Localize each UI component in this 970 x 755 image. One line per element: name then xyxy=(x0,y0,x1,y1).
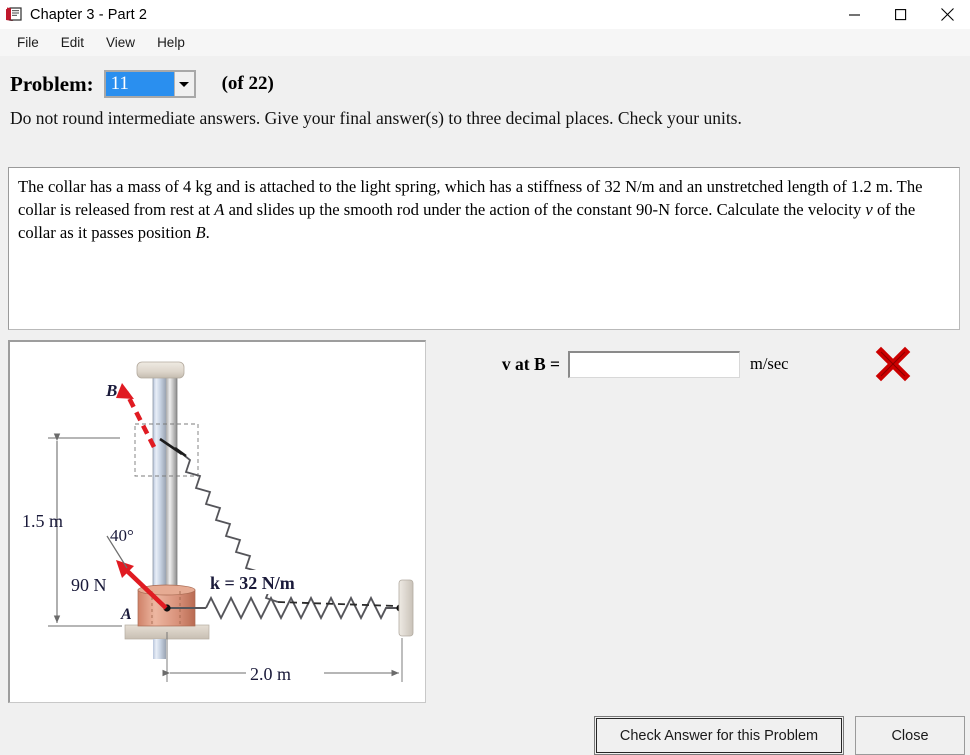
window-controls xyxy=(832,0,970,29)
menu-item-file[interactable]: File xyxy=(6,31,50,54)
spring-horizontal xyxy=(167,595,402,621)
minimize-button[interactable] xyxy=(832,0,878,29)
close-button[interactable] xyxy=(924,0,970,29)
problem-label: Problem: xyxy=(10,71,94,96)
maximize-button[interactable] xyxy=(878,0,924,29)
figure-label-force: 90 N xyxy=(71,575,107,595)
chevron-down-icon[interactable] xyxy=(173,72,194,96)
menu-bar: File Edit View Help xyxy=(0,29,970,57)
window-title: Chapter 3 - Part 2 xyxy=(30,6,148,23)
figure-label-b: B xyxy=(105,381,117,400)
problem-count-label: (of 22) xyxy=(221,73,274,94)
figure-panel: B 40° 90 N A 1.5 m 2.0 m k = 32 N/m xyxy=(8,340,426,703)
answer-row: v at B = m/sec xyxy=(440,344,960,384)
wall-support xyxy=(398,579,414,637)
menu-item-view[interactable]: View xyxy=(95,31,146,54)
rod-top-cap xyxy=(136,361,185,379)
answer-label: v at B = xyxy=(501,353,560,374)
check-answer-button[interactable]: Check Answer for this Problem xyxy=(594,716,844,755)
answer-unit-label: m/sec xyxy=(750,354,789,373)
figure-label-width: 2.0 m xyxy=(250,664,291,684)
problem-number-value: 11 xyxy=(105,72,174,96)
problem-statement-text: The collar has a mass of 4 kg and is att… xyxy=(18,175,950,244)
statement-line-3c: . xyxy=(205,223,210,242)
answer-input[interactable] xyxy=(568,350,740,378)
title-bar: Chapter 3 - Part 2 xyxy=(0,0,970,29)
problem-number-dropdown[interactable]: 11 xyxy=(103,70,196,98)
velocity-arrow-b xyxy=(116,383,157,449)
figure-label-height: 1.5 m xyxy=(22,511,63,531)
red-x-icon xyxy=(874,345,912,383)
menu-item-help[interactable]: Help xyxy=(146,31,196,54)
problem-statement-box: The collar has a mass of 4 kg and is att… xyxy=(8,167,960,330)
statement-var-b: B xyxy=(195,223,206,242)
statement-line-2b: and slides up the smooth rod under the a… xyxy=(224,200,713,219)
figure-label-a: A xyxy=(120,606,132,623)
statement-var-v: v xyxy=(865,200,873,219)
statement-line-1: The collar has a mass of 4 kg and is att… xyxy=(18,177,847,196)
menu-item-edit[interactable]: Edit xyxy=(50,31,95,54)
statement-line-3a: Calculate the velocity xyxy=(716,200,866,219)
figure-label-spring: k = 32 N/m xyxy=(210,573,295,593)
book-icon xyxy=(5,6,23,24)
close-dialog-button[interactable]: Close xyxy=(855,716,965,755)
figure-label-angle: 40° xyxy=(110,526,134,545)
problem-figure: B 40° 90 N A 1.5 m 2.0 m k = 32 N/m xyxy=(22,361,414,684)
problem-selector-row: Problem: 11 (of 22) xyxy=(0,57,970,101)
statement-var-a: A xyxy=(214,200,225,219)
instruction-text: Do not round intermediate answers. Give … xyxy=(10,108,742,128)
